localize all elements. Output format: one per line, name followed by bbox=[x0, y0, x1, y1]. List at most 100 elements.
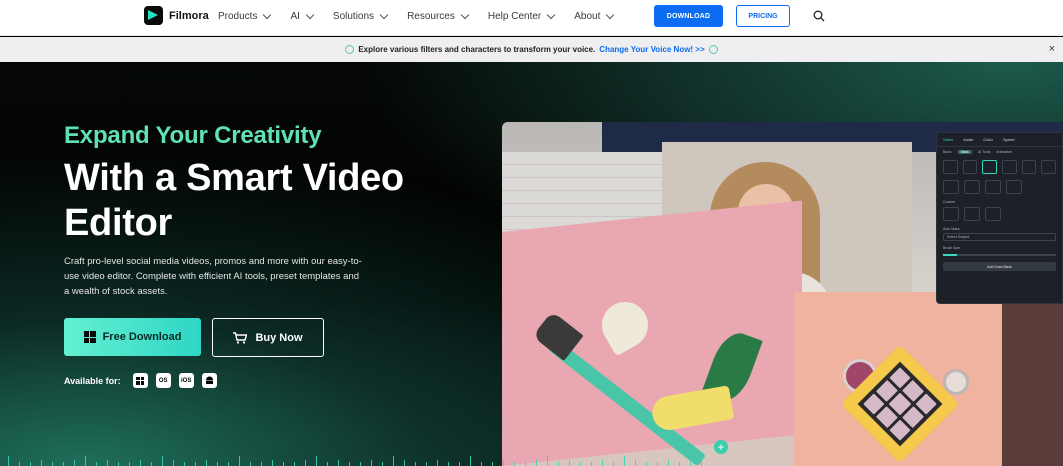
waveform-tick bbox=[371, 460, 372, 466]
waveform-tick bbox=[239, 456, 240, 466]
waveform-tick bbox=[162, 456, 163, 466]
free-download-label: Free Download bbox=[102, 331, 182, 343]
macos-icon[interactable]: OS bbox=[155, 373, 171, 388]
menu-solutions[interactable]: Solutions bbox=[333, 10, 389, 22]
star-icon bbox=[985, 207, 1001, 221]
windows-icon bbox=[83, 331, 96, 343]
mask-tool-icon bbox=[982, 160, 998, 174]
panel-subtab: AI Tools bbox=[977, 150, 991, 154]
waveform-tick bbox=[679, 462, 680, 466]
waveform-tick bbox=[470, 456, 471, 466]
menu-ai[interactable]: AI bbox=[290, 10, 315, 22]
waveform-tick bbox=[624, 456, 625, 466]
chevron-down-icon bbox=[606, 10, 615, 19]
available-label: Available for: bbox=[64, 375, 121, 386]
waveform-tick bbox=[217, 462, 218, 466]
windows-icon[interactable] bbox=[132, 373, 148, 388]
mask-tool-icon bbox=[943, 160, 958, 174]
panel-tab: Audio bbox=[963, 137, 974, 142]
download-button[interactable]: DOWNLOAD bbox=[654, 5, 723, 27]
mask-tool-icon bbox=[1021, 160, 1037, 174]
logo-text: Filmora bbox=[169, 9, 209, 22]
hero-title: With a Smart Video Editor bbox=[64, 157, 404, 244]
chevron-down-icon bbox=[379, 10, 389, 19]
top-navigation: Filmora Products AI Solutions Resources … bbox=[0, 0, 1063, 36]
waveform-tick bbox=[657, 462, 658, 466]
waveform-tick bbox=[558, 462, 559, 466]
waveform-tick bbox=[30, 462, 31, 466]
waveform-tick bbox=[503, 460, 504, 466]
waveform-tick bbox=[8, 456, 9, 466]
main-menu: Products AI Solutions Resources Help Cen… bbox=[218, 0, 633, 32]
search-icon[interactable] bbox=[813, 10, 825, 22]
mask-tool-icon bbox=[1041, 160, 1057, 174]
waveform-tick bbox=[448, 462, 449, 466]
waveform-tick bbox=[569, 460, 570, 466]
mask-tool-icon bbox=[964, 180, 980, 194]
chevron-down-icon bbox=[546, 10, 556, 19]
waveform-tick bbox=[195, 462, 196, 466]
waveform-tick bbox=[206, 460, 207, 466]
free-download-button[interactable]: Free Download bbox=[64, 318, 201, 356]
android-icon[interactable] bbox=[201, 373, 217, 388]
waveform-tick bbox=[701, 456, 702, 466]
waveform-tick bbox=[184, 462, 185, 466]
menu-help-center[interactable]: Help Center bbox=[487, 10, 556, 22]
waveform-tick bbox=[514, 462, 515, 466]
waveform-tick bbox=[349, 462, 350, 466]
filmora-logo[interactable]: Filmora bbox=[144, 6, 209, 25]
banner-link[interactable]: Change Your Voice Now! >> bbox=[599, 45, 704, 54]
menu-products[interactable]: Products bbox=[218, 10, 272, 22]
hero-section: Expand Your Creativity With a Smart Vide… bbox=[0, 62, 1063, 466]
waveform-tick bbox=[41, 460, 42, 466]
select-subject-field: Select Subject bbox=[943, 233, 1056, 241]
editor-panel-screenshot: Video Audio Color Speed Basic Mask AI To… bbox=[936, 132, 1063, 304]
waveform-tick bbox=[272, 460, 273, 466]
pricing-button[interactable]: PRICING bbox=[736, 5, 790, 27]
buy-now-label: Buy Now bbox=[255, 331, 303, 344]
waveform-tick bbox=[525, 462, 526, 466]
waveform-tick bbox=[668, 460, 669, 466]
chevron-down-icon bbox=[263, 10, 272, 19]
waveform-tick bbox=[635, 460, 636, 466]
buy-now-button[interactable]: Buy Now bbox=[212, 318, 324, 357]
menu-label: Resources bbox=[407, 10, 455, 22]
waveform-tick bbox=[591, 462, 592, 466]
menu-resources[interactable]: Resources bbox=[407, 10, 470, 22]
waveform-tick bbox=[118, 462, 119, 466]
waveform-tick bbox=[294, 462, 295, 466]
waveform-tick bbox=[338, 460, 339, 466]
waveform-tick bbox=[327, 462, 328, 466]
plus-icon: + bbox=[714, 440, 728, 454]
waveform-tick bbox=[690, 462, 691, 466]
waveform-decoration bbox=[0, 452, 720, 466]
auto-mask-label: Auto Mask bbox=[943, 227, 960, 231]
waveform-tick bbox=[437, 460, 438, 466]
hero-collage-image: Video Audio Color Speed Basic Mask AI To… bbox=[502, 122, 1063, 466]
menu-about[interactable]: About bbox=[574, 10, 615, 22]
waveform-tick bbox=[228, 462, 229, 466]
waveform-tick bbox=[283, 462, 284, 466]
menu-label: Help Center bbox=[487, 10, 542, 22]
panel-tab: Color bbox=[983, 137, 993, 142]
waveform-tick bbox=[19, 462, 20, 466]
add-draw-mask-button: Add Draw Mask bbox=[943, 262, 1056, 271]
hero-description: Craft pro-level social media videos, pro… bbox=[64, 256, 362, 297]
waveform-tick bbox=[316, 456, 317, 466]
close-icon[interactable]: × bbox=[1049, 43, 1055, 55]
panel-tab: Video bbox=[943, 137, 954, 142]
banner-text: Explore various filters and characters t… bbox=[358, 45, 596, 54]
menu-label: Products bbox=[218, 10, 258, 22]
ios-icon[interactable]: iOS bbox=[178, 373, 194, 388]
waveform-tick bbox=[492, 462, 493, 466]
panel-tab: Speed bbox=[1002, 137, 1015, 142]
waveform-tick bbox=[52, 462, 53, 466]
menu-label: AI bbox=[290, 10, 300, 22]
cart-icon bbox=[233, 331, 248, 344]
waveform-tick bbox=[415, 462, 416, 466]
waveform-tick bbox=[646, 462, 647, 466]
panel-subtab: Mask bbox=[957, 150, 972, 154]
waveform-tick bbox=[107, 460, 108, 466]
waveform-tick bbox=[426, 462, 427, 466]
waveform-tick bbox=[481, 462, 482, 466]
